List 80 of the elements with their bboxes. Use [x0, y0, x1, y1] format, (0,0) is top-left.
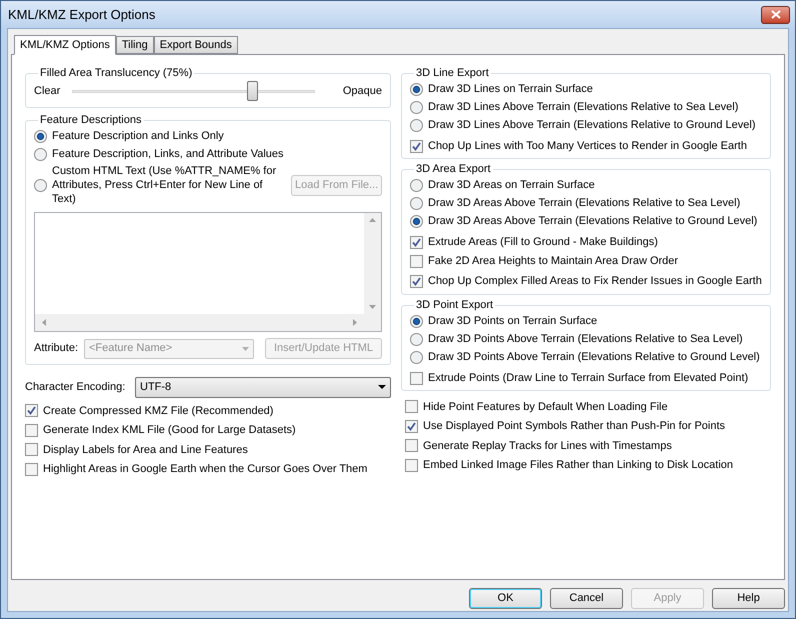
checkbox-icon[interactable] — [405, 458, 418, 472]
radio-icon[interactable] — [410, 178, 423, 192]
option-label: Draw 3D Areas Above Terrain (Elevations Relative to Ground Level) — [428, 214, 758, 229]
option-label: Extrude Areas (Fill to Ground - Make Buildings) — [428, 234, 658, 250]
html-text-area[interactable] — [34, 212, 382, 332]
dropdown-arrow-icon — [242, 346, 249, 350]
slider-max-label: Opaque — [342, 84, 382, 99]
checkbox-icon[interactable] — [25, 443, 38, 456]
scroll-left-icon[interactable] — [42, 319, 46, 326]
option-label: Draw 3D Areas Above Terrain (Elevations Relative to Sea Level) — [428, 196, 740, 211]
option-label: Display Labels for Area and Line Features — [43, 442, 248, 458]
group-title: 3D Area Export — [415, 162, 492, 176]
checkbox-icon[interactable] — [410, 372, 423, 384]
option-label: Draw 3D Lines Above Terrain (Elevations Relative to Ground Level) — [428, 118, 756, 133]
slider-min-label: Clear — [34, 84, 62, 99]
group-title: 3D Line Export — [415, 66, 490, 80]
scroll-right-icon[interactable] — [353, 319, 357, 326]
option-label: Extrude Points (Draw Line to Terrain Surface from Elevated Point) — [428, 370, 748, 386]
dialog-button[interactable]: OK — [469, 588, 542, 609]
horizontal-scrollbar[interactable] — [35, 314, 364, 331]
option-label: Generate Index KML File (Good for Large Datasets) — [43, 423, 296, 438]
option-label: Chop Up Complex Filled Areas to Fix Render Issues in Google Earth — [428, 274, 762, 289]
scroll-up-icon[interactable] — [369, 218, 376, 222]
radio-icon[interactable] — [34, 148, 47, 160]
radio-selected-icon[interactable] — [410, 214, 423, 228]
encoding-dropdown[interactable]: UTF-8 — [135, 376, 391, 398]
option-label: Embed Linked Image Files Rather than Linking to Disk Location — [423, 458, 734, 473]
radio-icon[interactable] — [410, 100, 423, 114]
option-label: Hide Point Features by Default When Loading File — [423, 400, 668, 414]
option-label: Custom HTML Text (Use %ATTR_NAME% for Attributes, Press Ctrl+Enter for New Line of Text) — [52, 164, 278, 206]
option-label: Draw 3D Areas on Terrain Surface — [428, 178, 595, 193]
option-label: Feature Description, Links, and Attribute Values — [52, 146, 284, 162]
option-label: Highlight Areas in Google Earth when the Cursor Goes Over Them — [43, 462, 368, 477]
window-title: KML/KMZ Export Options — [8, 6, 156, 24]
option-label: Draw 3D Lines Above Terrain (Elevations Relative to Sea Level) — [428, 100, 738, 115]
radio-selected-icon[interactable] — [410, 314, 423, 328]
group-title: Feature Descriptions — [39, 113, 142, 127]
checkbox-icon[interactable] — [410, 254, 423, 268]
option-label: Draw 3D Points Above Terrain (Elevations Relative to Ground Level) — [428, 350, 760, 365]
tab[interactable]: Export Bounds — [154, 36, 238, 54]
dropdown-arrow-icon — [378, 385, 386, 389]
radio-icon[interactable] — [410, 350, 423, 364]
radio-selected-icon[interactable] — [34, 130, 47, 142]
radio-selected-icon[interactable] — [410, 82, 423, 96]
close-icon — [770, 10, 780, 19]
option-label: Draw 3D Lines on Terrain Surface — [428, 82, 593, 97]
tab[interactable]: Tiling — [116, 36, 154, 54]
vertical-scrollbar[interactable] — [364, 213, 381, 314]
radio-icon[interactable] — [410, 196, 423, 210]
translucency-slider[interactable] — [72, 81, 315, 101]
group-title: Filled Area Translucency (75%) — [39, 66, 194, 80]
option-label: Chop Up Lines with Too Many Vertices to Render in Google Earth — [428, 138, 747, 154]
checkbox-checked-icon[interactable] — [25, 404, 38, 418]
checkbox-checked-icon[interactable] — [410, 140, 423, 152]
scroll-down-icon[interactable] — [369, 305, 376, 309]
slider-thumb[interactable] — [246, 81, 258, 101]
option-label: Feature Description and Links Only — [52, 128, 224, 144]
option-label: Draw 3D Points Above Terrain (Elevations Relative to Sea Level) — [428, 332, 743, 347]
option-label: Use Displayed Point Symbols Rather than Push-Pin for Points — [423, 419, 726, 434]
close-button[interactable] — [761, 6, 790, 24]
option-label: Draw 3D Points on Terrain Surface — [428, 314, 598, 329]
checkbox-checked-icon[interactable] — [410, 236, 423, 248]
checkbox-icon[interactable] — [405, 439, 418, 452]
radio-icon[interactable] — [410, 332, 423, 346]
checkbox-icon[interactable] — [405, 400, 418, 414]
radio-icon[interactable] — [34, 178, 47, 192]
radio-icon[interactable] — [410, 118, 423, 132]
option-label: Fake 2D Area Heights to Maintain Area Draw Order — [428, 254, 678, 269]
tab[interactable]: KML/KMZ Options — [14, 35, 116, 55]
group-title: 3D Point Export — [415, 298, 494, 312]
checkbox-checked-icon[interactable] — [410, 274, 423, 288]
encoding-label: Character Encoding: — [25, 380, 126, 395]
option-label: Create Compressed KMZ File (Recommended) — [43, 404, 274, 418]
option-label: Generate Replay Tracks for Lines with Timestamps — [423, 438, 672, 454]
checkbox-icon[interactable] — [25, 462, 38, 476]
checkbox-checked-icon[interactable] — [405, 420, 418, 433]
dialog-button[interactable]: Cancel — [550, 588, 623, 609]
checkbox-icon[interactable] — [25, 424, 38, 437]
dialog-button[interactable]: Help — [712, 588, 785, 609]
attribute-label: Attribute: — [34, 341, 78, 356]
